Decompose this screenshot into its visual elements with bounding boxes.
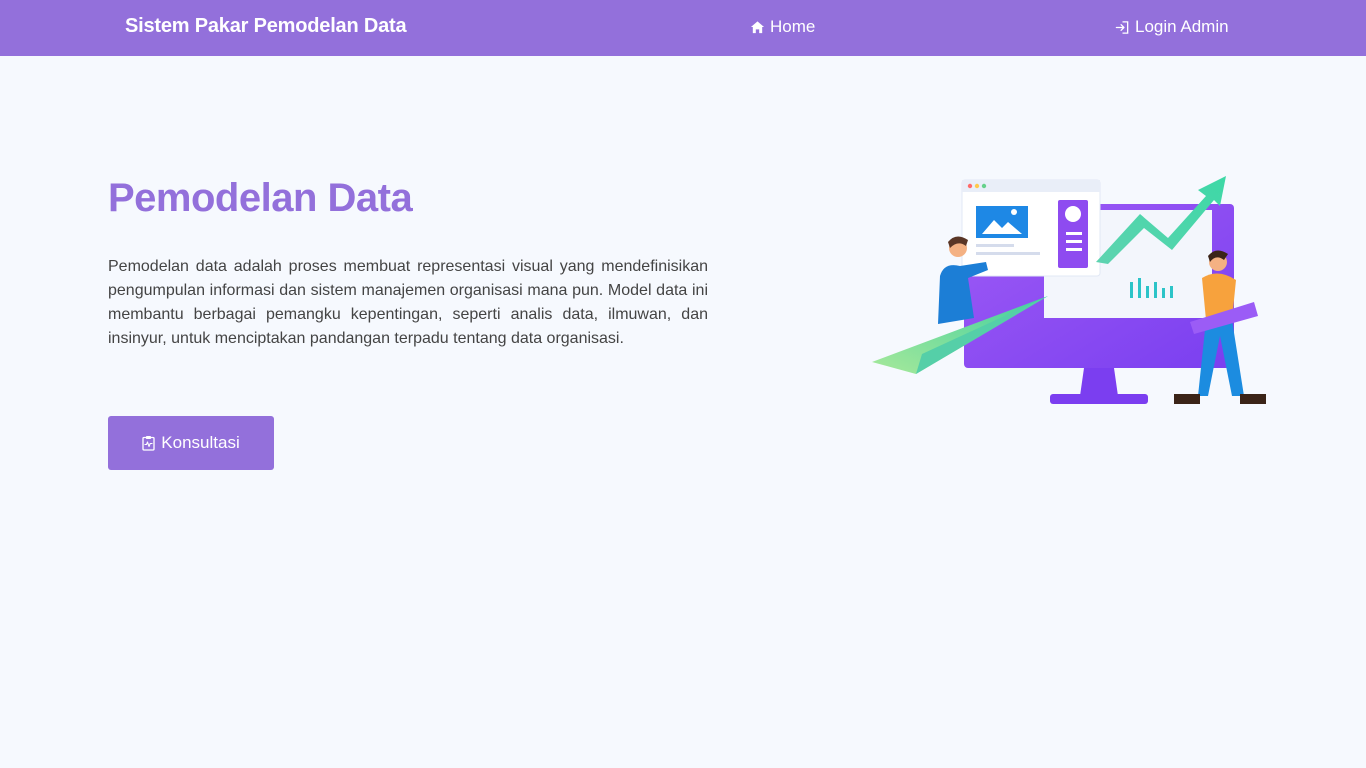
house-icon: [750, 20, 765, 33]
nav-home-label: Home: [770, 17, 816, 36]
nav-home-link[interactable]: Home: [750, 17, 815, 37]
login-icon: [1115, 20, 1129, 34]
clipboard-pulse-icon: [142, 436, 155, 451]
konsultasi-button[interactable]: Konsultasi: [108, 416, 274, 470]
hero-description: Pemodelan data adalah proses membuat rep…: [108, 258, 708, 347]
nav-login-admin-link[interactable]: Login Admin: [1115, 17, 1229, 37]
nav-login-label: Login Admin: [1135, 17, 1229, 36]
konsultasi-label: Konsultasi: [161, 433, 240, 452]
brand-title[interactable]: Sistem Pakar Pemodelan Data: [125, 15, 407, 38]
hero-title: Pemodelan Data: [108, 176, 413, 220]
top-navbar: Sistem Pakar Pemodelan Data Home Login A…: [0, 0, 1366, 56]
data-modeling-illustration: [872, 176, 1266, 404]
